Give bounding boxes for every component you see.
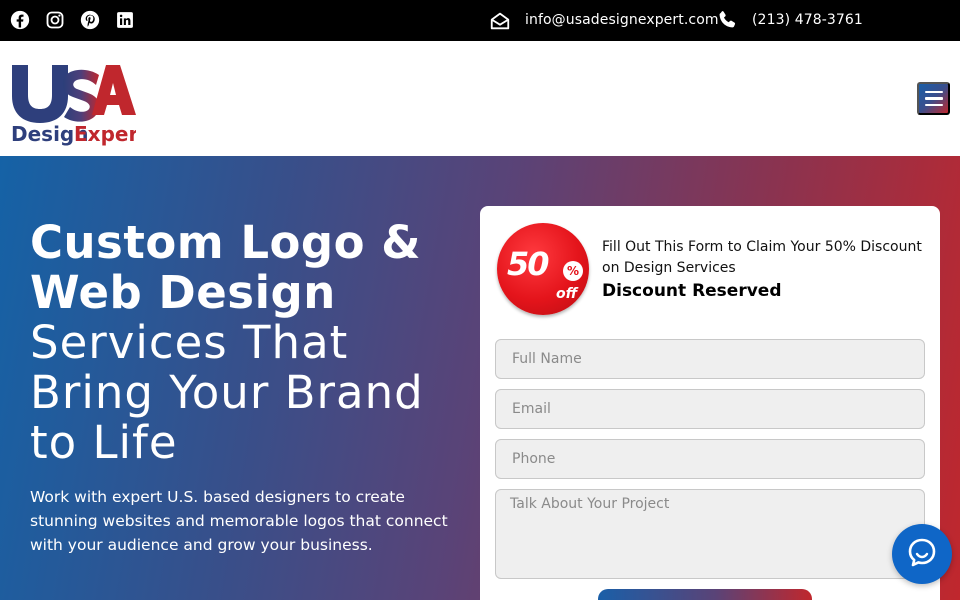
hero-title-line: Services That	[30, 316, 349, 369]
phone-field[interactable]	[495, 439, 925, 479]
facebook-icon[interactable]	[9, 9, 31, 31]
top-bar: info@usadesignexpert.com (213) 478-3761	[0, 0, 960, 41]
logo-expert-text: Expert	[74, 122, 136, 146]
hero-title-line: to Life	[30, 416, 178, 469]
badge-number: 50	[507, 245, 550, 283]
hamburger-menu-button[interactable]	[917, 82, 950, 115]
email-field[interactable]	[495, 389, 925, 429]
linkedin-icon[interactable]	[114, 9, 136, 31]
hero-description: Work with expert U.S. based designers to…	[30, 488, 448, 554]
hero-title: Custom Logo & Web Design Services That B…	[30, 218, 470, 468]
submit-button[interactable]	[598, 589, 812, 600]
hamburger-line	[924, 103, 943, 107]
hero-title-line: Custom Logo &	[30, 216, 421, 269]
instagram-icon[interactable]	[44, 9, 66, 31]
fifty-percent-off-badge: 50 % off	[497, 223, 589, 315]
phone-link[interactable]: (213) 478-3761	[752, 10, 863, 30]
hamburger-menu-icon	[924, 90, 943, 94]
hero-section: Custom Logo & Web Design Services That B…	[0, 156, 960, 600]
badge-off: off	[556, 286, 578, 302]
hamburger-line	[924, 97, 943, 100]
envelope-icon	[489, 10, 511, 36]
full-name-field[interactable]	[495, 339, 925, 379]
usa-design-expert-logo[interactable]: Design Expert	[10, 51, 148, 147]
project-field[interactable]	[495, 489, 925, 579]
discount-form-card: 50 % off Fill Out This Form to Claim You…	[480, 206, 940, 600]
phone-icon	[716, 9, 738, 35]
site-header: Design Expert	[0, 41, 960, 156]
hero-title-line: Bring Your Brand	[30, 366, 424, 419]
pinterest-icon[interactable]	[79, 9, 101, 31]
badge-percent: %	[563, 261, 583, 281]
email-link[interactable]: info@usadesignexpert.com	[525, 10, 719, 30]
form-subtitle: Fill Out This Form to Claim Your 50% Dis…	[602, 239, 922, 276]
form-heading: Discount Reserved	[602, 281, 782, 301]
live-chat-button[interactable]	[892, 524, 952, 584]
chat-bubble-icon	[906, 536, 938, 572]
hero-title-line: Web Design	[30, 266, 336, 319]
